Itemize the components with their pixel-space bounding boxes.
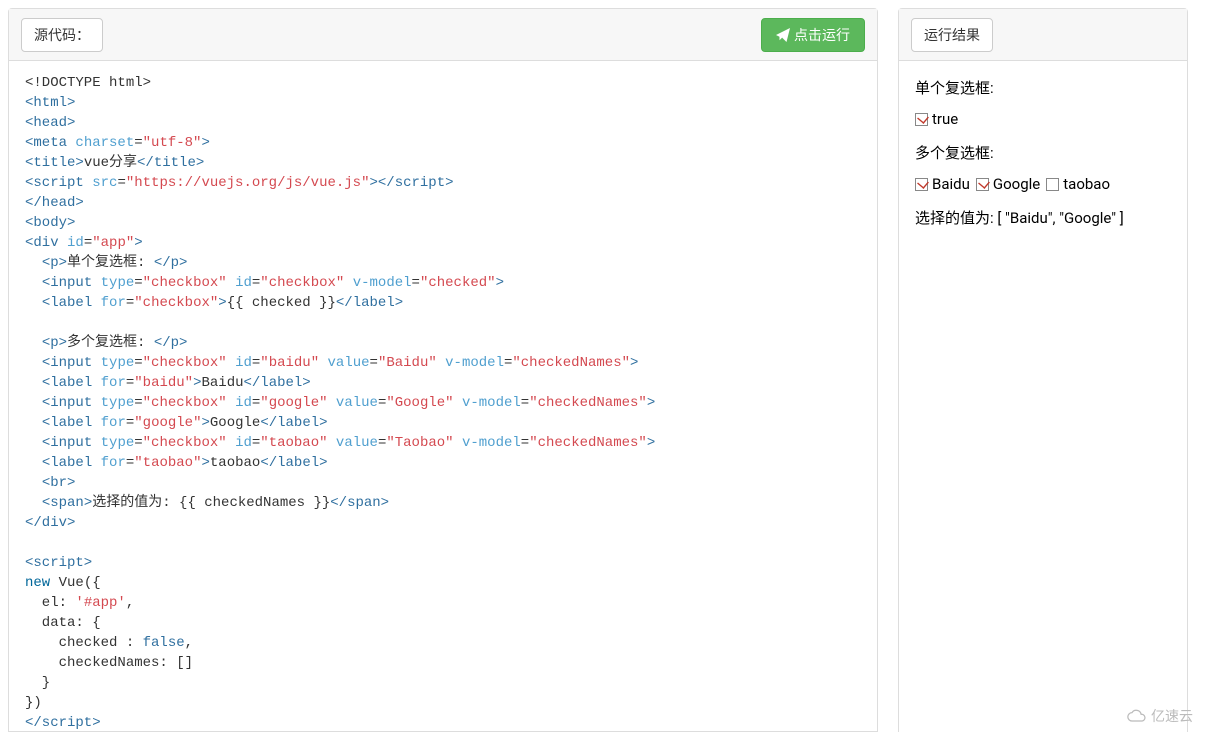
multi-checkbox-title: 多个复选框: — [915, 142, 1171, 163]
checkbox-label-google[interactable]: Google — [993, 175, 1040, 193]
selected-values-text: 选择的值为: [ "Baidu", "Google" ] — [915, 207, 1171, 228]
result-body: 单个复选框: true 多个复选框: Baidu Google taobao 选择的… — [899, 61, 1187, 244]
code-editor[interactable]: <!DOCTYPE html> <html> <head> <meta char… — [9, 61, 877, 731]
result-label-button[interactable]: 运行结果 — [911, 18, 993, 52]
checkbox-baidu[interactable] — [915, 178, 928, 191]
paper-plane-icon — [776, 28, 790, 42]
run-button[interactable]: 点击运行 — [761, 18, 865, 52]
watermark-text: 亿速云 — [1151, 706, 1193, 726]
watermark: 亿速云 — [1127, 706, 1193, 726]
result-panel: 运行结果 单个复选框: true 多个复选框: Baidu Google taoba… — [898, 8, 1188, 732]
checkbox-taobao[interactable] — [1046, 178, 1059, 191]
code-content: <!DOCTYPE html> <html> <head> <meta char… — [25, 73, 877, 731]
single-checkbox-title: 单个复选框: — [915, 77, 1171, 98]
multi-options-row: Baidu Google taobao — [915, 175, 1171, 193]
run-button-label: 点击运行 — [794, 25, 850, 45]
single-checkbox[interactable] — [915, 113, 928, 126]
source-panel: 源代码： 点击运行 <!DOCTYPE html> <html> <head> … — [8, 8, 878, 732]
cloud-icon — [1127, 709, 1147, 723]
checkbox-label-baidu[interactable]: Baidu — [932, 175, 970, 193]
checkbox-google[interactable] — [976, 178, 989, 191]
checkbox-label-taobao[interactable]: taobao — [1063, 175, 1110, 193]
result-header: 运行结果 — [899, 9, 1187, 61]
source-header: 源代码： 点击运行 — [9, 9, 877, 61]
source-label-button[interactable]: 源代码： — [21, 18, 103, 52]
single-checkbox-value[interactable]: true — [932, 110, 958, 128]
